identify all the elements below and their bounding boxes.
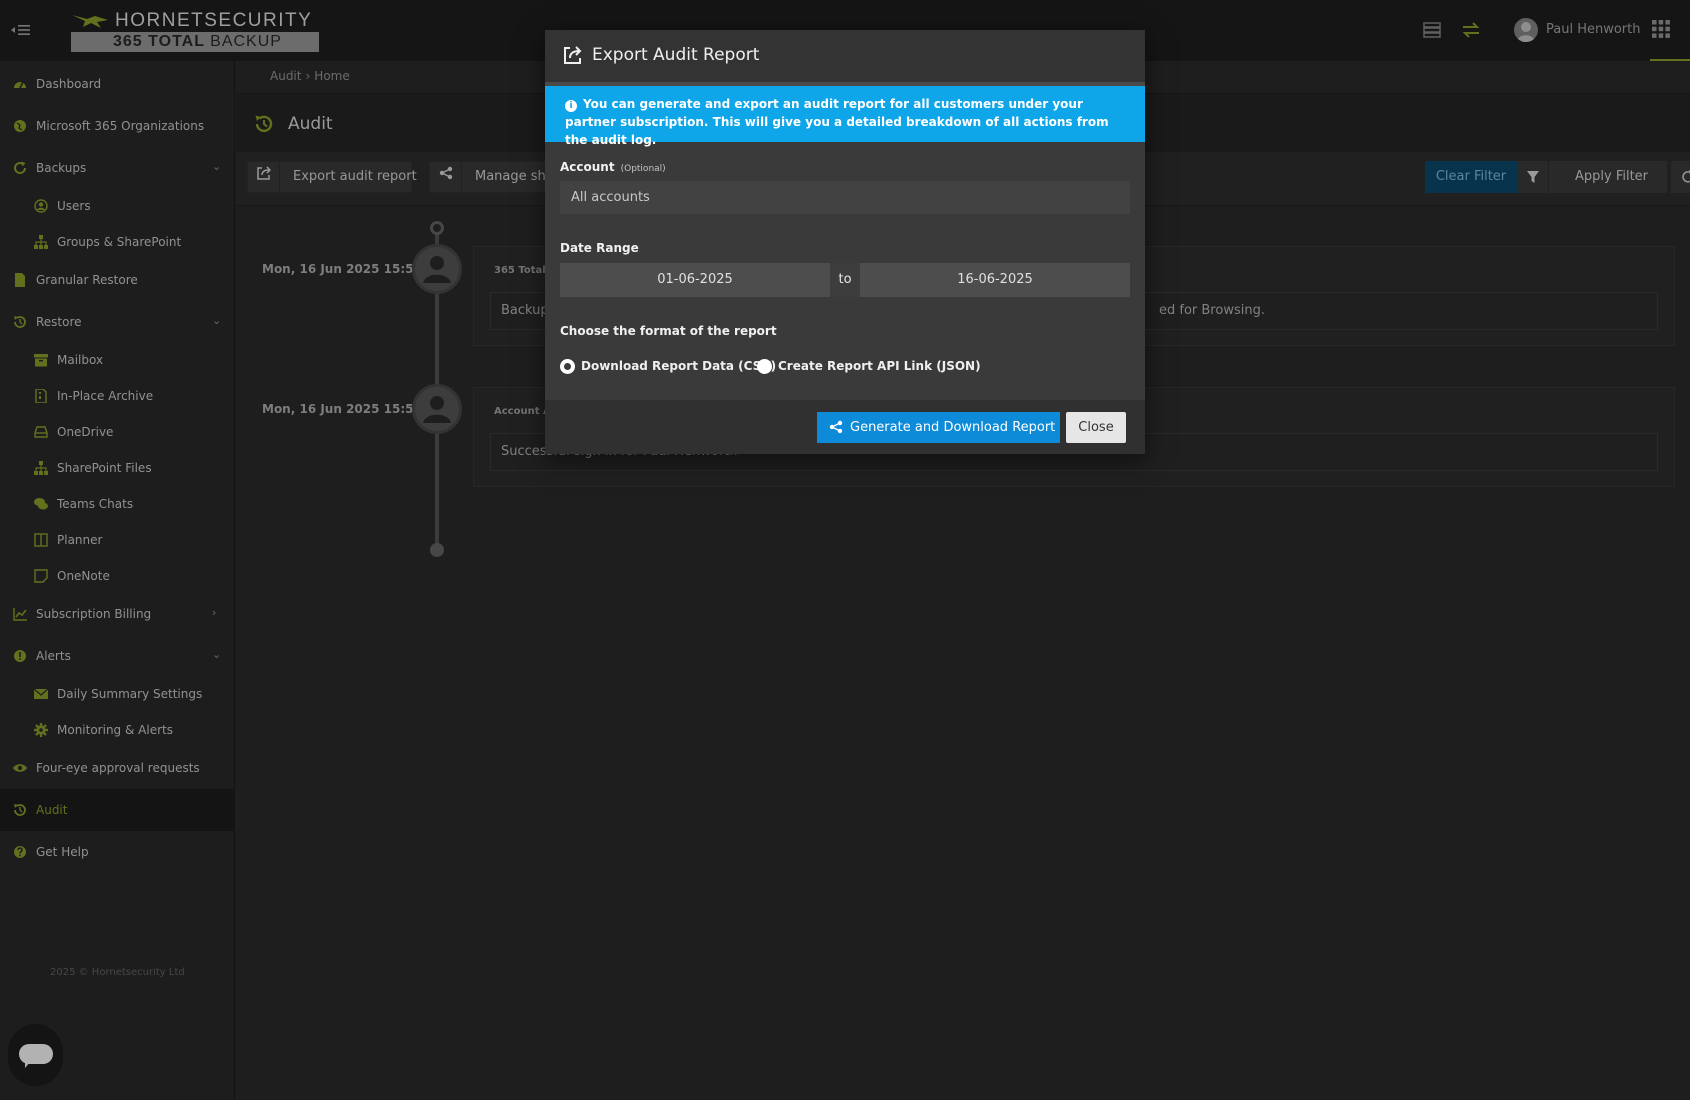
radio-button[interactable] — [560, 359, 575, 374]
modal-header: Export Audit Report — [545, 30, 1145, 82]
info-alert: i You can generate and export an audit re… — [545, 86, 1145, 147]
format-label: Choose the format of the report — [560, 324, 777, 338]
modal-footer: Generate and Download Report Close — [545, 400, 1145, 454]
account-select[interactable]: All accounts — [560, 181, 1130, 214]
account-label-text: Account — [560, 160, 615, 174]
export-icon — [564, 46, 582, 64]
date-range-label: Date Range — [560, 241, 639, 255]
radio-selected-dot — [564, 363, 571, 370]
generate-download-report-label: Generate and Download Report — [850, 420, 1056, 435]
info-icon: i — [565, 100, 577, 112]
date-from-input[interactable]: 01-06-2025 — [560, 263, 830, 297]
share-icon — [829, 420, 843, 434]
generate-download-report-button[interactable]: Generate and Download Report — [817, 412, 1060, 443]
account-label: Account (Optional) — [560, 160, 666, 174]
close-button[interactable]: Close — [1066, 412, 1126, 443]
date-to-input[interactable]: 16-06-2025 — [860, 263, 1130, 297]
info-text: You can generate and export an audit rep… — [565, 97, 1109, 147]
date-range-separator: to — [830, 263, 860, 297]
export-audit-report-modal: Export Audit Report i You can generate an… — [545, 30, 1145, 454]
radio-label: Create Report API Link (JSON) — [778, 359, 981, 373]
optional-hint: (Optional) — [620, 164, 666, 174]
radio-label: Download Report Data (CSV) — [581, 359, 777, 373]
radio-button[interactable] — [757, 359, 772, 374]
modal-title: Export Audit Report — [592, 45, 760, 65]
